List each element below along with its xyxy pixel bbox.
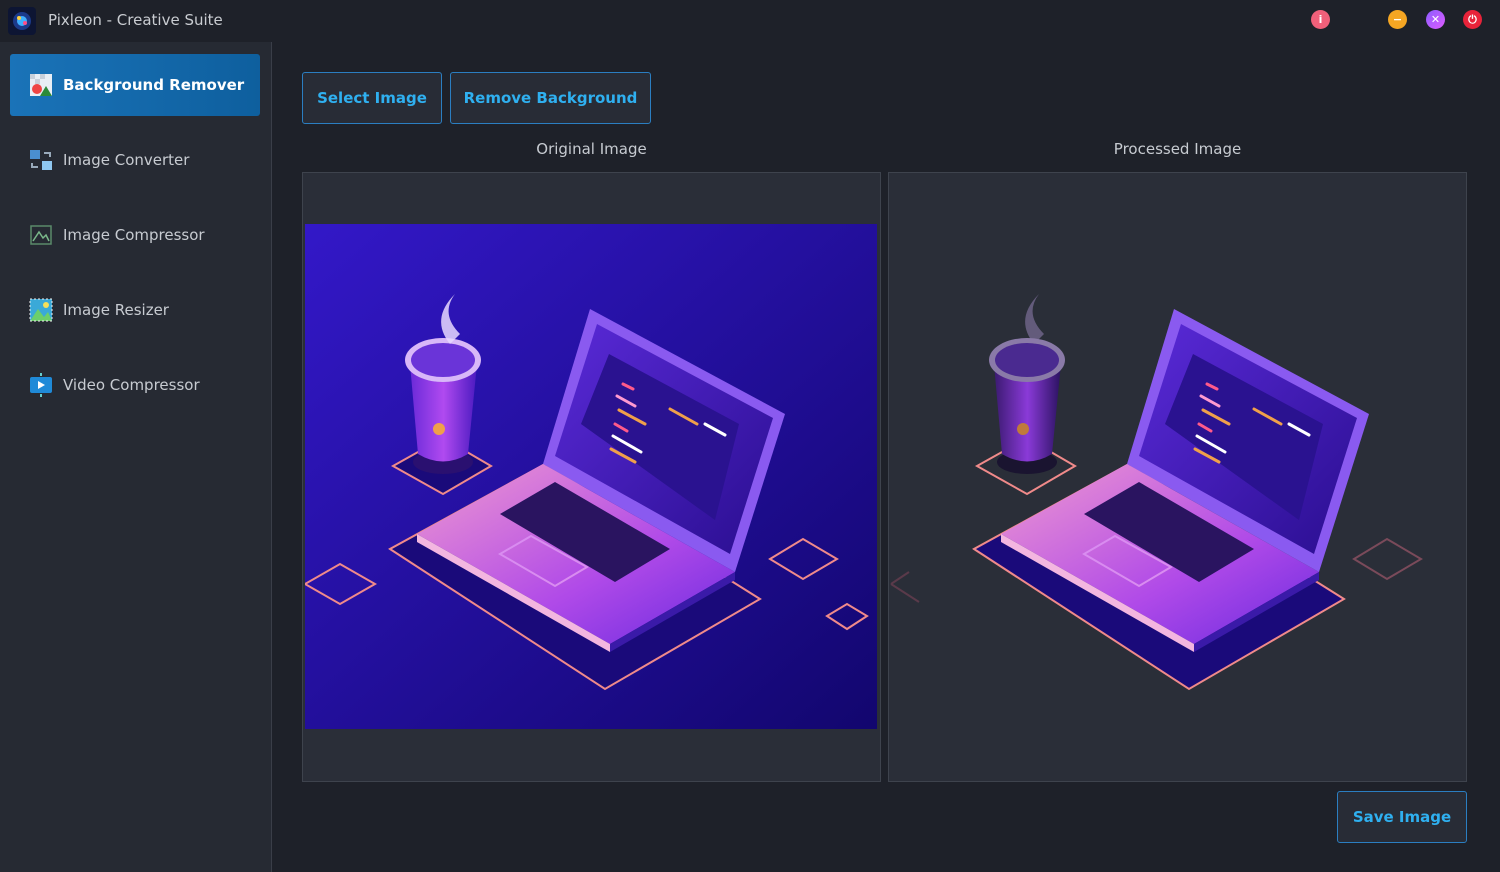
processed-image-panel <box>888 172 1467 782</box>
info-icon[interactable]: i <box>1311 10 1330 29</box>
sidebar-item-image-resizer[interactable]: Image Resizer <box>10 279 260 341</box>
sidebar-item-label: Image Resizer <box>63 301 169 319</box>
sidebar-item-video-compressor[interactable]: Video Compressor <box>10 354 260 416</box>
sidebar-item-label: Image Compressor <box>63 226 205 244</box>
sidebar: Background Remover Image Converter Image… <box>0 42 272 872</box>
image-resizer-icon <box>28 297 54 323</box>
select-image-button[interactable]: Select Image <box>302 72 442 124</box>
image-converter-icon <box>28 147 54 173</box>
minimize-icon[interactable]: − <box>1388 10 1407 29</box>
sidebar-item-image-converter[interactable]: Image Converter <box>10 129 260 191</box>
save-image-button[interactable]: Save Image <box>1337 791 1467 843</box>
remove-background-button[interactable]: Remove Background <box>450 72 651 124</box>
original-image <box>305 224 877 729</box>
video-compressor-icon <box>28 372 54 398</box>
sidebar-item-background-remover[interactable]: Background Remover <box>10 54 260 116</box>
title-bar: Pixleon - Creative Suite i − ✕ ⏻ <box>0 0 1500 42</box>
maximize-icon[interactable]: ✕ <box>1426 10 1445 29</box>
sidebar-item-label: Image Converter <box>63 151 190 169</box>
original-image-panel <box>302 172 881 782</box>
sidebar-item-label: Video Compressor <box>63 376 200 394</box>
original-image-label: Original Image <box>536 140 647 158</box>
image-compressor-icon <box>28 222 54 248</box>
app-logo-icon <box>8 7 36 35</box>
processed-image <box>890 294 1423 691</box>
window-title: Pixleon - Creative Suite <box>48 11 223 29</box>
sidebar-item-label: Background Remover <box>63 76 245 94</box>
background-remover-icon <box>28 72 54 98</box>
sidebar-item-image-compressor[interactable]: Image Compressor <box>10 204 260 266</box>
processed-image-label: Processed Image <box>1113 140 1242 158</box>
power-icon[interactable]: ⏻ <box>1463 10 1482 29</box>
